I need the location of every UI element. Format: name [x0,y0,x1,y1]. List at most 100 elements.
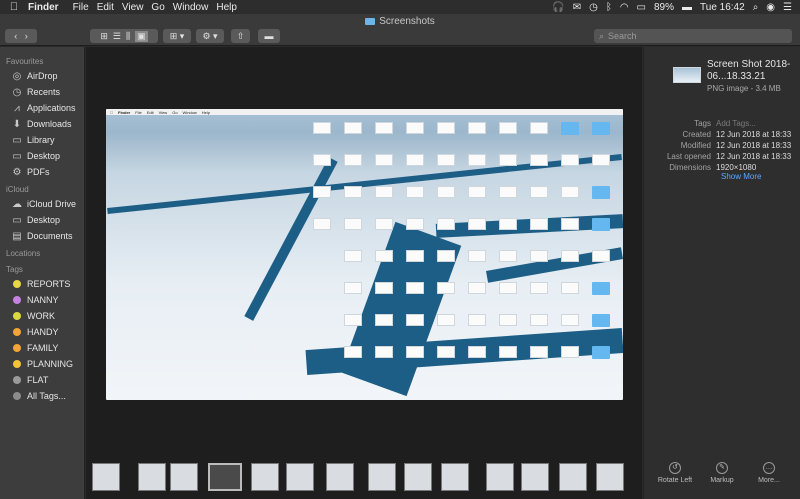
preview-menubar:  Finder File Edit View Go Window Help [106,109,623,115]
back-forward-buttons[interactable]: ‹ › [5,29,37,43]
sidebar-item-label: FLAT [27,375,49,385]
thumbnail[interactable] [286,463,314,491]
screenshot-preview[interactable]:  Finder File Edit View Go Window Help [106,109,623,400]
forward-icon[interactable]: › [25,31,28,41]
tag-button[interactable]: ▬ [258,29,280,43]
more-button[interactable]: … More... [744,462,794,484]
sidebar-tag-family[interactable]: FAMILY [0,340,84,356]
desktop-file-icon [344,186,362,198]
action-button[interactable]: ⚙ ▾ [196,29,224,43]
markup-icon: ✎ [716,462,728,474]
desktop-file-icon [344,218,362,230]
spotlight-icon[interactable]: ⌕ [753,2,759,13]
menu-window[interactable]: Window [173,2,217,13]
desktop-file-icon [499,250,517,262]
desktop-file-icon [344,282,362,294]
thumbnail[interactable] [326,463,354,491]
sidebar-tag-handy[interactable]: HANDY [0,324,84,340]
sidebar: Favourites ◎ AirDrop ◷ Recents ⩘ Applications… [0,47,85,499]
headphones-icon[interactable]: 🎧 [552,2,564,13]
desktop-folder-icon [561,122,579,135]
gallery-view-icon[interactable]: ▣ [135,30,148,42]
mail-flag-icon[interactable]: ✉ [573,2,581,13]
menu-app-name[interactable]: Finder [28,2,73,13]
icon-view-icon[interactable]: ⊞ [100,31,108,42]
cloud-icon: ☁ [12,198,22,210]
search-input[interactable] [608,31,779,41]
thumbnail[interactable] [138,463,166,491]
share-button[interactable]: ⇧ [231,29,250,43]
sidebar-item-library[interactable]: ▭ Library [0,132,84,148]
sidebar-tag-nanny[interactable]: NANNY [0,292,84,308]
column-view-icon[interactable]: ⫼ [126,31,130,42]
list-view-icon[interactable]: ☰ [113,31,121,42]
menu-go[interactable]: Go [151,2,172,13]
group-button[interactable]: ⊞ ▾ [163,29,191,43]
thumbnail[interactable] [559,463,587,491]
menu-file[interactable]: File [73,2,97,13]
menu-help[interactable]: Help [216,2,245,13]
sidebar-item-recents[interactable]: ◷ Recents [0,84,84,100]
time-machine-icon[interactable]: ◷ [589,2,598,13]
thumbnail[interactable] [368,463,396,491]
thumbnail[interactable] [521,463,549,491]
meta-label: Modified [680,141,711,150]
sidebar-item-pdfs[interactable]: ⚙ PDFs [0,164,84,180]
thumbnail[interactable] [596,463,624,491]
desktop-file-icon [468,250,486,262]
meta-label: Tags [694,119,711,128]
menu-edit[interactable]: Edit [97,2,122,13]
battery-icon[interactable]: ▬ [682,2,692,13]
clock[interactable]: Tue 16:42 [700,2,745,13]
sidebar-item-downloads[interactable]: ⬇ Downloads [0,116,84,132]
toolbar: ‹ › ⊞ ☰ ⫼ ▣ ⊞ ▾ ⚙ ▾ ⇧ ▬ ⌕ [0,28,800,46]
meta-value: 1920×1080 [716,163,757,172]
bluetooth-icon[interactable]: ᛒ [606,2,612,13]
wifi-icon[interactable]: ◠ [620,2,629,13]
sidebar-tag-planning[interactable]: PLANNING [0,356,84,372]
desktop-file-icon [344,346,362,358]
show-more-link[interactable]: Show More [721,172,761,181]
thumbnail[interactable] [441,463,469,491]
desktop-file-icon [313,154,331,166]
thumbnail[interactable] [170,463,198,491]
thumbnail[interactable] [251,463,279,491]
airplay-icon[interactable]: ▭ [637,2,646,13]
view-mode-buttons[interactable]: ⊞ ☰ ⫼ ▣ [90,29,158,43]
desktop-file-icon [406,154,424,166]
sidebar-item-desktop[interactable]: ▭ Desktop [0,148,84,164]
desktop-file-icon [437,250,455,262]
airdrop-icon: ◎ [12,70,22,82]
rotate-left-button[interactable]: ↺ Rotate Left [650,462,700,484]
siri-icon[interactable]: ◉ [766,2,775,13]
search-field[interactable]: ⌕ [594,29,792,43]
sidebar-item-icloud-drive[interactable]: ☁ iCloud Drive [0,196,84,212]
thumbnail[interactable] [486,463,514,491]
sidebar-tag-reports[interactable]: REPORTS [0,276,84,292]
markup-button[interactable]: ✎ Markup [697,462,747,484]
sidebar-item-airdrop[interactable]: ◎ AirDrop [0,68,84,84]
back-icon[interactable]: ‹ [14,31,17,41]
tags-input[interactable]: Add Tags... [716,119,756,128]
desktop-file-icon [530,186,548,198]
sidebar-item-all-tags[interactable]: All Tags... [0,388,84,404]
battery-percent[interactable]: 89% [654,2,674,13]
tag-color-dot [13,344,21,352]
notification-center-icon[interactable]: ☰ [783,2,792,13]
sidebar-item-documents[interactable]: ▤ Documents [0,228,84,244]
desktop-file-icon [437,154,455,166]
thumbnail[interactable] [404,463,432,491]
desktop-folder-icon [592,186,610,199]
sidebar-item-desktop[interactable]: ▭ Desktop [0,212,84,228]
apple-icon[interactable]:  [0,1,28,13]
thumbnail[interactable] [208,463,242,491]
thumbnail[interactable] [92,463,120,491]
sidebar-tag-work[interactable]: WORK [0,308,84,324]
sidebar-tag-flat[interactable]: FLAT [0,372,84,388]
menu-view[interactable]: View [122,2,152,13]
sidebar-item-label: All Tags... [27,391,66,401]
sidebar-item-applications[interactable]: ⩘ Applications [0,100,84,116]
clock-icon: ◷ [12,86,22,98]
desktop-file-icon [499,154,517,166]
file-name: Screen Shot 2018-06...18.33.21 [707,59,791,82]
